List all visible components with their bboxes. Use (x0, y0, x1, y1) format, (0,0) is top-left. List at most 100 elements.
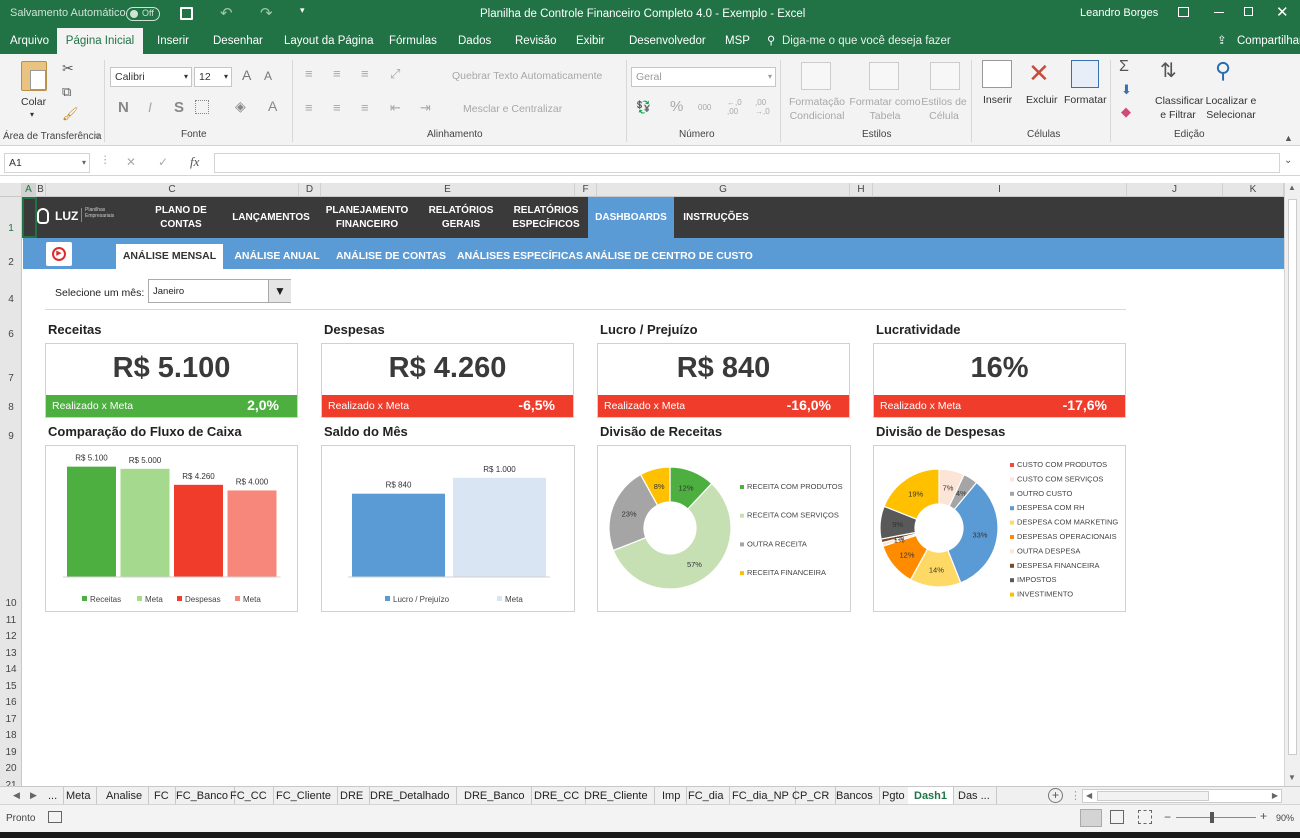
collapse-ribbon-icon[interactable]: ▲ (1284, 133, 1293, 143)
find-select-button[interactable]: Localizar e Selecionar (1204, 94, 1258, 122)
col-header-j[interactable]: J (1127, 183, 1223, 197)
cut-icon[interactable]: ✂ (62, 60, 74, 77)
col-header-g[interactable]: G (597, 183, 850, 197)
font-name-select[interactable]: Calibri ▾ (110, 67, 192, 87)
thousands-button[interactable]: 000 (698, 103, 711, 112)
sheet-next-icon[interactable]: ▶ (30, 790, 37, 801)
clipboard-launcher-icon[interactable]: ⧅ (94, 131, 99, 141)
vertical-scroll-thumb[interactable] (1288, 199, 1297, 755)
redo-icon[interactable]: ↷ (260, 4, 273, 22)
select-all-corner[interactable] (0, 183, 22, 197)
align-middle-icon[interactable]: ≡ (333, 66, 341, 81)
grow-font-icon[interactable]: A (242, 67, 251, 83)
italic-icon[interactable]: I (148, 99, 152, 115)
subnav-analise-anual[interactable]: ANÁLISE ANUAL (231, 244, 323, 269)
decrease-indent-icon[interactable]: ⇤ (390, 100, 401, 116)
formula-input[interactable] (214, 153, 1280, 173)
font-size-select[interactable]: 12 ▾ (194, 67, 232, 87)
conditional-format-button[interactable]: Formatação Condicional (787, 95, 847, 123)
row-header[interactable]: 18 (0, 730, 22, 741)
row-header[interactable]: 4 (0, 294, 22, 305)
align-bottom-icon[interactable]: ≡ (361, 66, 369, 81)
subnav-analises-especificas[interactable]: ANÁLISES ESPECÍFICAS (457, 244, 583, 269)
tell-me-input[interactable]: Diga-me o que você deseja fazer (782, 28, 951, 54)
scroll-down-icon[interactable]: ▼ (1288, 773, 1296, 782)
zoom-in-icon[interactable]: + (1260, 809, 1267, 823)
page-break-icon[interactable] (1138, 810, 1152, 824)
bold-button[interactable]: N (118, 99, 129, 116)
active-cell[interactable] (22, 197, 37, 238)
tab-desenvolvedor[interactable]: Desenvolvedor (629, 28, 706, 54)
row-header[interactable]: 15 (0, 681, 22, 692)
share-button[interactable]: Compartilhar (1237, 28, 1300, 54)
month-select[interactable]: Janeiro ▼ (148, 279, 291, 303)
paste-dropdown-icon[interactable]: ▾ (30, 110, 34, 119)
format-painter-icon[interactable]: 🖌 (62, 106, 79, 122)
tab-inserir[interactable]: Inserir (157, 28, 189, 54)
name-box[interactable]: A1 ▾ (4, 153, 90, 173)
increase-indent-icon[interactable]: ⇥ (420, 100, 431, 116)
cell-styles-button[interactable]: Estilos de Célula (921, 95, 967, 123)
scroll-left-icon[interactable]: ◀ (1086, 791, 1092, 800)
ribbon-display-icon[interactable] (1178, 7, 1189, 17)
align-right-icon[interactable]: ≡ (361, 100, 369, 115)
col-header-f[interactable]: F (575, 183, 597, 197)
nav-relatorios-especificos[interactable]: RELATÓRIOS ESPECÍFICOS (507, 197, 585, 238)
tab-desenhar[interactable]: Desenhar (213, 28, 263, 54)
insert-function-button[interactable]: fx (190, 154, 199, 170)
col-header-d[interactable]: D (299, 183, 321, 197)
tab-split-handle[interactable]: ⋮ (1070, 789, 1081, 802)
insert-cells-icon[interactable] (982, 60, 1012, 88)
wrap-text-button[interactable]: Quebrar Texto Automaticamente (452, 70, 602, 82)
tab-msp[interactable]: MSP (725, 28, 750, 54)
orientation-icon[interactable]: ⤢ (390, 66, 400, 82)
col-header-e[interactable]: E (321, 183, 575, 197)
shrink-font-icon[interactable]: A (264, 69, 272, 83)
row-header[interactable]: 20 (0, 763, 22, 774)
borders-icon[interactable] (195, 100, 209, 114)
align-center-icon[interactable]: ≡ (333, 100, 341, 115)
format-table-icon[interactable] (869, 62, 899, 90)
restore-icon[interactable] (1244, 7, 1253, 16)
format-table-button[interactable]: Formatar como Tabela (849, 95, 921, 123)
copy-icon[interactable]: ⧉ (62, 84, 71, 100)
increase-decimal-icon[interactable]: ←,0,00 (727, 98, 742, 116)
horizontal-scroll-thumb[interactable] (1097, 791, 1209, 801)
row-header[interactable]: 14 (0, 664, 22, 675)
row-header[interactable]: 9 (0, 431, 22, 442)
col-header-i[interactable]: I (873, 183, 1127, 197)
zoom-slider[interactable] (1176, 812, 1256, 823)
search-icon[interactable]: ⚲ (767, 28, 775, 54)
row-header[interactable]: 2 (0, 257, 22, 268)
align-top-icon[interactable]: ≡ (305, 66, 313, 81)
vertical-scrollbar[interactable]: ▲ ▼ (1284, 183, 1300, 787)
row-header[interactable]: 7 (0, 373, 22, 384)
percent-button[interactable]: % (670, 98, 683, 115)
col-header-b[interactable]: B (36, 183, 46, 197)
zoom-out-icon[interactable]: − (1164, 810, 1171, 824)
subnav-analise-de-contas[interactable]: ANÁLISE DE CONTAS (335, 244, 447, 269)
fill-icon[interactable]: ⬇ (1121, 82, 1132, 98)
close-icon[interactable]: ✕ (1276, 3, 1289, 21)
nav-relatorios-gerais[interactable]: RELATÓRIOS GERAIS (423, 197, 499, 238)
undo-icon[interactable]: ↶ (220, 4, 233, 22)
col-header-k[interactable]: K (1223, 183, 1284, 197)
conditional-format-icon[interactable] (801, 62, 831, 90)
nav-planejamento-financeiro[interactable]: PLANEJAMENTO FINANCEIRO (321, 197, 413, 238)
save-icon[interactable] (180, 7, 193, 20)
autosave-toggle[interactable]: Off (126, 7, 160, 21)
paste-button[interactable]: Colar (21, 96, 46, 108)
macro-record-icon[interactable] (48, 811, 62, 823)
find-icon[interactable]: ⚲ (1215, 58, 1231, 84)
autosum-icon[interactable]: Σ (1119, 58, 1129, 76)
delete-cells-icon[interactable]: ✕ (1028, 58, 1050, 89)
insert-button[interactable]: Inserir (983, 94, 1012, 106)
tab-revisao[interactable]: Revisão (515, 28, 557, 54)
minimize-icon[interactable] (1214, 12, 1224, 13)
row-header[interactable]: 19 (0, 747, 22, 758)
delete-button[interactable]: Excluir (1026, 94, 1058, 106)
row-header[interactable]: 16 (0, 697, 22, 708)
play-button[interactable]: ▶ (46, 242, 72, 266)
row-header[interactable]: 13 (0, 648, 22, 659)
align-left-icon[interactable]: ≡ (305, 100, 313, 115)
